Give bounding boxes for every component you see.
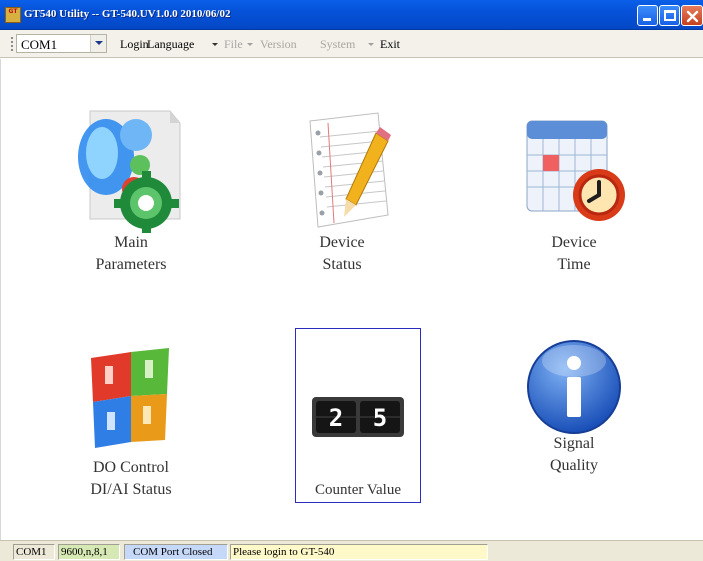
minimize-icon — [643, 18, 651, 21]
do-control-label-line2: DI/AI Status — [90, 481, 172, 498]
signal-quality-tile[interactable]: Signal Quality — [509, 337, 639, 507]
counter-digit-2: 5 — [373, 404, 387, 432]
device-status-label-line1: Device — [319, 234, 365, 251]
menu-bar: COM1 Login Language File Version System … — [0, 30, 703, 58]
close-button[interactable] — [681, 5, 703, 26]
device-time-tile[interactable]: Device Time — [509, 109, 639, 279]
device-time-label-line1: Device — [551, 234, 597, 251]
minimize-button[interactable] — [637, 5, 658, 26]
menu-exit[interactable]: Exit — [380, 37, 400, 52]
main-parameters-label-line1: Main — [114, 234, 148, 251]
port-select[interactable]: COM1 — [16, 34, 107, 53]
do-control-tile[interactable]: DO Control DI/AI Status — [66, 344, 196, 504]
gear-globe-icon — [78, 110, 181, 233]
port-select-dropdown-button[interactable] — [90, 35, 106, 52]
counter-digits-icon: 2 5 — [312, 397, 404, 437]
status-settings: 9600,n,8,1 — [58, 544, 120, 560]
switch-blocks-icon — [91, 348, 169, 448]
system-dropdown-icon — [368, 43, 374, 46]
main-parameters-tile[interactable]: Main Parameters — [66, 109, 196, 279]
device-time-label-line2: Time — [557, 256, 591, 273]
menu-system: System — [320, 37, 356, 51]
do-control-label-line1: DO Control — [93, 459, 169, 476]
status-message: Please login to GT-540 — [230, 544, 488, 560]
toolbar-grip[interactable] — [11, 37, 13, 51]
file-dropdown-icon — [247, 43, 253, 46]
notepad-pencil-icon — [309, 112, 391, 228]
status-port-state: COM Port Closed — [124, 544, 228, 560]
menu-file: File — [224, 37, 243, 51]
title-bar[interactable]: GT GT540 Utility -- GT-540.UV1.0.0 2010/… — [0, 0, 703, 30]
main-parameters-label-line2: Parameters — [95, 256, 167, 273]
calendar-clock-icon — [526, 120, 625, 221]
app-icon-text: GT — [8, 8, 18, 15]
device-status-tile[interactable]: Device Status — [277, 109, 407, 279]
menu-version: Version — [260, 37, 297, 51]
counter-digit-1: 2 — [329, 404, 343, 432]
maximize-icon — [664, 10, 676, 21]
dashboard-area: Main Parameters Device Status Device Tim… — [0, 59, 703, 540]
window-title: GT540 Utility -- GT-540.UV1.0.0 2010/06/… — [24, 8, 231, 20]
info-icon — [527, 340, 621, 434]
menu-language[interactable]: Language — [147, 37, 194, 52]
signal-quality-label-line1: Signal — [553, 435, 595, 452]
port-select-value: COM1 — [21, 37, 58, 52]
counter-value-tile[interactable]: 2 5 Counter Value — [295, 328, 421, 503]
maximize-button[interactable] — [659, 5, 680, 26]
signal-quality-label-line2: Quality — [550, 457, 598, 474]
app-icon[interactable]: GT — [5, 7, 21, 23]
device-status-label-line2: Status — [322, 256, 362, 273]
close-icon — [686, 10, 699, 23]
chevron-down-icon — [95, 41, 103, 45]
status-bar: COM1 9600,n,8,1 COM Port Closed Please l… — [0, 540, 703, 561]
language-dropdown-icon[interactable] — [212, 43, 218, 46]
counter-value-label: Counter Value — [315, 482, 401, 498]
menu-login[interactable]: Login — [120, 37, 149, 52]
status-port: COM1 — [13, 544, 55, 560]
